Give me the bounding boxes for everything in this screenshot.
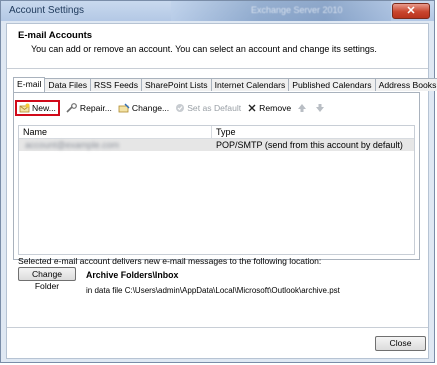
- new-account-icon: [19, 103, 30, 113]
- section-subtitle: You can add or remove an account. You ca…: [31, 44, 377, 54]
- change-button[interactable]: Change...: [118, 101, 169, 115]
- change-label: Change...: [131, 103, 170, 113]
- remove-label: Remove: [259, 103, 292, 113]
- delivery-folder-name: Archive Folders\Inbox: [86, 270, 179, 280]
- tab-email[interactable]: E-mail: [13, 77, 46, 92]
- delivery-data-file-path: in data file C:\Users\admin\AppData\Loca…: [86, 286, 340, 295]
- column-header-type[interactable]: Type: [216, 127, 236, 137]
- tab-sharepoint-lists[interactable]: SharePoint Lists: [141, 78, 212, 91]
- dialog-content: E-mail Accounts You can add or remove an…: [6, 23, 437, 359]
- set-default-label: Set as Default: [187, 103, 242, 113]
- title-bar[interactable]: Exchange Server 2010 Account Settings ✕: [1, 1, 434, 21]
- tab-rss-feeds[interactable]: RSS Feeds: [90, 78, 142, 91]
- remove-x-icon: [248, 104, 256, 112]
- accounts-list-header: Name Type: [19, 126, 414, 139]
- tab-data-files[interactable]: Data Files: [44, 78, 92, 91]
- account-settings-window: Exchange Server 2010 Account Settings ✕ …: [0, 0, 437, 363]
- delivery-description: Selected e-mail account delivers new e-m…: [18, 256, 322, 266]
- email-tab-panel: New... Repair... Change... Set as Defaul…: [13, 92, 420, 260]
- tab-address-books[interactable]: Address Books: [374, 78, 437, 91]
- account-name: account@example.com: [25, 140, 120, 150]
- footer-divider: [7, 327, 428, 328]
- column-header-name[interactable]: Name: [23, 127, 47, 137]
- set-default-button[interactable]: Set as Default: [175, 101, 241, 115]
- new-account-label: New...: [32, 103, 56, 113]
- close-button[interactable]: Close: [375, 336, 426, 351]
- account-toolbar: New... Repair... Change... Set as Defaul…: [15, 100, 333, 116]
- arrow-up-icon: [298, 104, 307, 112]
- accounts-list[interactable]: Name Type account@example.com POP/SMTP (…: [18, 125, 415, 255]
- repair-label: Repair...: [79, 103, 112, 113]
- change-account-icon: [118, 103, 130, 113]
- move-down-button[interactable]: [315, 101, 327, 115]
- window-close-button[interactable]: ✕: [392, 3, 430, 19]
- account-row[interactable]: account@example.com POP/SMTP (send from …: [19, 139, 414, 151]
- close-icon: ✕: [406, 5, 416, 17]
- change-folder-button[interactable]: Change Folder: [18, 267, 76, 291]
- window-title: Account Settings: [9, 5, 85, 16]
- repair-button[interactable]: Repair...: [66, 101, 112, 115]
- new-account-button[interactable]: New...: [15, 100, 60, 116]
- header-divider: [7, 68, 428, 69]
- arrow-down-icon: [316, 104, 325, 112]
- tab-published-calendars[interactable]: Published Calendars: [288, 78, 376, 91]
- tab-strip: E-mail Data Files RSS Feeds SharePoint L…: [13, 77, 437, 92]
- tab-internet-calendars[interactable]: Internet Calendars: [210, 78, 290, 91]
- column-divider[interactable]: [211, 126, 212, 138]
- account-type: POP/SMTP (send from this account by defa…: [216, 140, 403, 150]
- checkmark-circle-icon: [176, 104, 185, 112]
- move-up-button[interactable]: [297, 101, 309, 115]
- background-window-title: Exchange Server 2010: [251, 5, 343, 15]
- remove-button[interactable]: Remove: [247, 101, 291, 115]
- section-title: E-mail Accounts: [18, 30, 93, 41]
- wrench-icon: [66, 103, 77, 113]
